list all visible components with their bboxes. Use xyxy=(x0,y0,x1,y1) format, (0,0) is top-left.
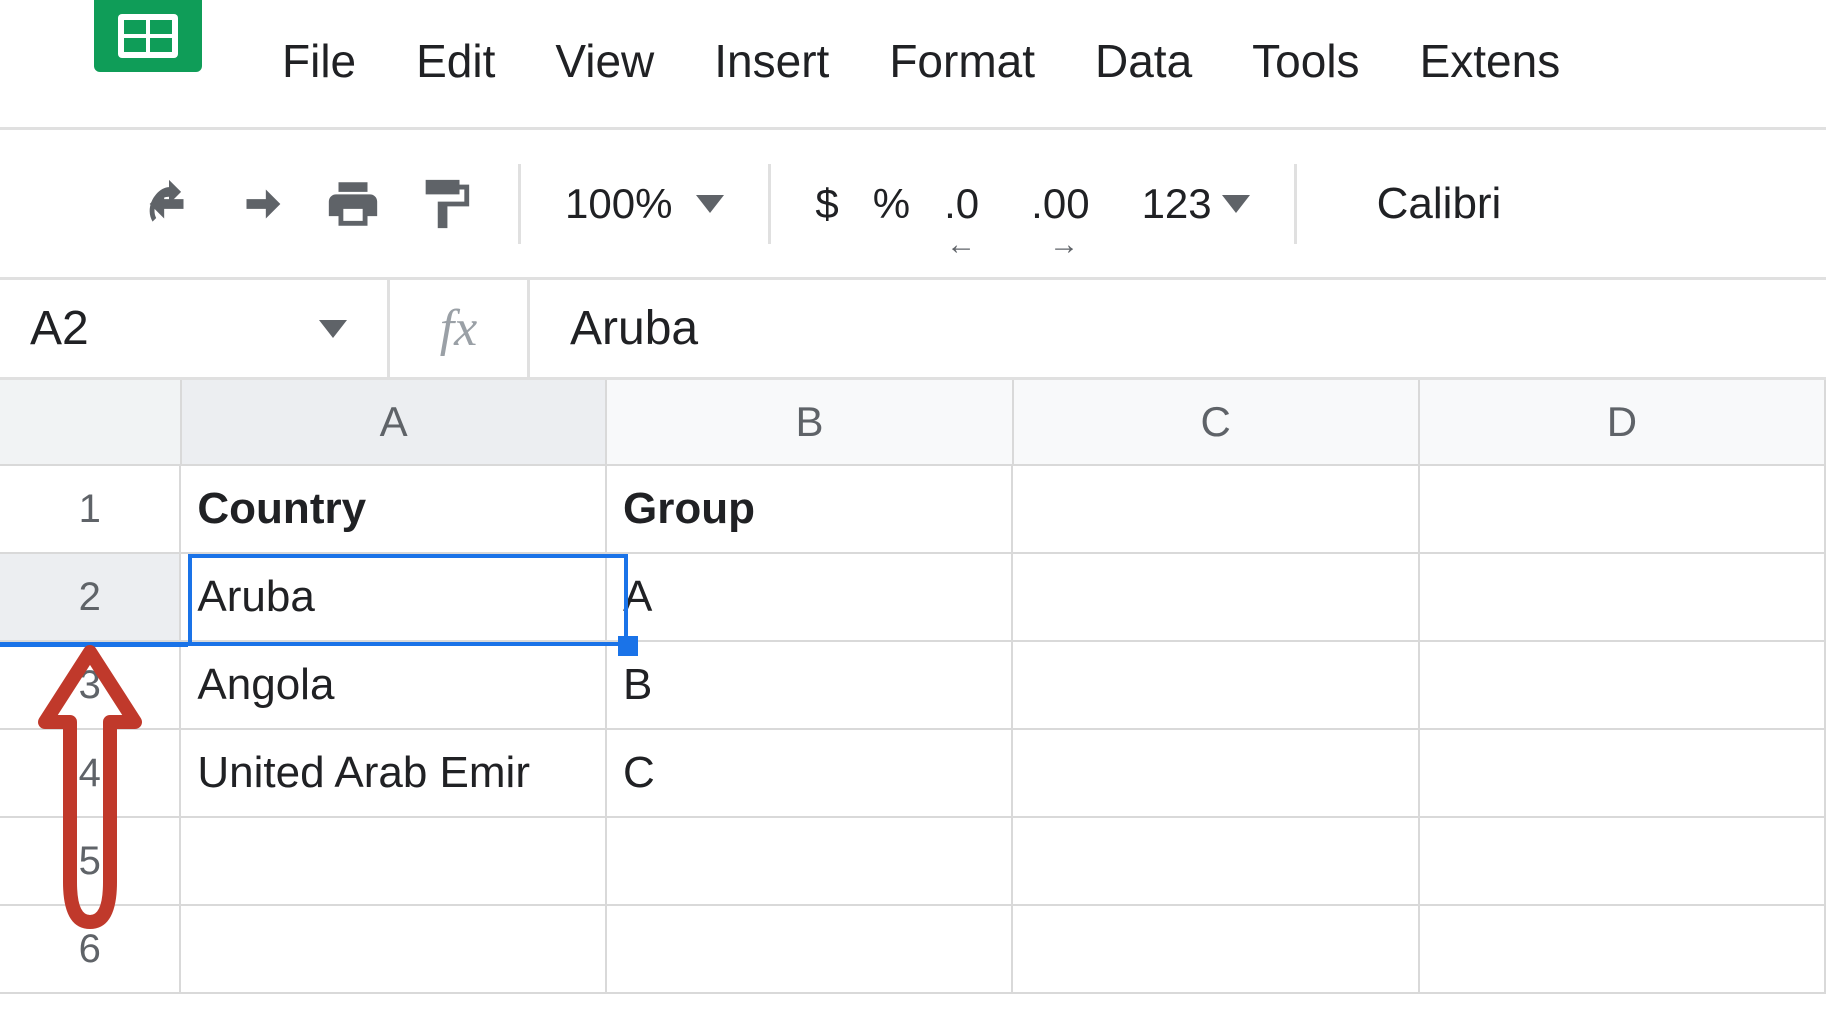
row-5: 5 xyxy=(0,818,1826,906)
cell-a1[interactable]: Country xyxy=(181,466,607,554)
formula-bar-row: A2 fx Aruba xyxy=(0,280,1826,380)
menu-format[interactable]: Format xyxy=(889,34,1035,88)
column-header-d[interactable]: D xyxy=(1420,380,1826,466)
zoom-value: 100% xyxy=(565,180,672,228)
column-headers: A B C D xyxy=(0,380,1826,466)
menu-view[interactable]: View xyxy=(555,34,654,88)
dropdown-icon xyxy=(1222,195,1250,213)
cell-c1[interactable] xyxy=(1013,466,1419,554)
print-button[interactable] xyxy=(324,175,382,233)
menu-tools[interactable]: Tools xyxy=(1252,34,1359,88)
row-3: 3 Angola B xyxy=(0,642,1826,730)
column-header-c[interactable]: C xyxy=(1014,380,1420,466)
name-box[interactable]: A2 xyxy=(0,280,390,377)
menu-bar: File Edit View Insert Format Data Tools … xyxy=(0,0,1826,130)
row-header-1[interactable]: 1 xyxy=(0,466,181,554)
cell-a5[interactable] xyxy=(181,818,607,906)
number-format-label: 123 xyxy=(1142,180,1212,228)
font-family-dropdown[interactable]: Calibri xyxy=(1377,179,1502,229)
number-format-dropdown[interactable]: 123 xyxy=(1142,180,1250,228)
select-all-corner[interactable] xyxy=(0,380,182,466)
row-4: 4 United Arab Emir C xyxy=(0,730,1826,818)
row-header-5[interactable]: 5 xyxy=(0,818,181,906)
dropdown-icon xyxy=(319,320,347,338)
row-6: 6 xyxy=(0,906,1826,994)
row-1: 1 Country Group xyxy=(0,466,1826,554)
cell-a6[interactable] xyxy=(181,906,607,994)
menu-file[interactable]: File xyxy=(282,34,356,88)
toolbar-separator xyxy=(768,164,771,244)
cell-c2[interactable] xyxy=(1013,554,1419,642)
cell-b1[interactable]: Group xyxy=(607,466,1013,554)
row-header-4[interactable]: 4 xyxy=(0,730,181,818)
cell-b3[interactable]: B xyxy=(607,642,1013,730)
menu-data[interactable]: Data xyxy=(1095,34,1192,88)
cell-c4[interactable] xyxy=(1013,730,1419,818)
menu-edit[interactable]: Edit xyxy=(416,34,495,88)
format-currency-button[interactable]: $ xyxy=(815,180,838,228)
menu-insert[interactable]: Insert xyxy=(714,34,829,88)
row-2: 2 Aruba A xyxy=(0,554,1826,642)
fx-icon: fx xyxy=(390,280,530,377)
cell-b6[interactable] xyxy=(607,906,1013,994)
menu-extensions[interactable]: Extens xyxy=(1420,34,1561,88)
increase-decimal-button[interactable]: .00 → xyxy=(1031,180,1107,228)
cell-a3[interactable]: Angola xyxy=(181,642,607,730)
dropdown-icon xyxy=(696,195,724,213)
increase-decimal-label: .00 xyxy=(1031,180,1089,227)
row-header-3[interactable]: 3 xyxy=(0,642,181,730)
cell-d1[interactable] xyxy=(1420,466,1826,554)
zoom-dropdown[interactable]: 100% xyxy=(565,180,724,228)
cell-d6[interactable] xyxy=(1420,906,1826,994)
name-box-value: A2 xyxy=(30,301,89,356)
row-header-2[interactable]: 2 xyxy=(0,554,181,642)
column-header-b[interactable]: B xyxy=(607,380,1013,466)
row-header-6[interactable]: 6 xyxy=(0,906,181,994)
column-header-a[interactable]: A xyxy=(182,380,608,466)
cell-a2[interactable]: Aruba xyxy=(181,554,607,642)
sheets-logo-icon xyxy=(118,14,178,58)
decrease-decimal-button[interactable]: .0 ← xyxy=(944,180,997,228)
selection-fill-handle[interactable] xyxy=(618,636,638,656)
toolbar-separator xyxy=(1294,164,1297,244)
undo-button[interactable] xyxy=(140,175,198,233)
menu-items: File Edit View Insert Format Data Tools … xyxy=(282,34,1560,88)
formula-input[interactable]: Aruba xyxy=(530,301,698,356)
cell-b2[interactable]: A xyxy=(607,554,1013,642)
cell-a4[interactable]: United Arab Emir xyxy=(181,730,607,818)
cell-d2[interactable] xyxy=(1420,554,1826,642)
cell-b5[interactable] xyxy=(607,818,1013,906)
cell-c5[interactable] xyxy=(1013,818,1419,906)
row-2-selection-indicator xyxy=(0,642,188,647)
toolbar: 100% $ % .0 ← .00 → 123 Calibri xyxy=(0,130,1826,280)
cell-d3[interactable] xyxy=(1420,642,1826,730)
format-percent-button[interactable]: % xyxy=(873,180,910,228)
cell-d5[interactable] xyxy=(1420,818,1826,906)
cell-c3[interactable] xyxy=(1013,642,1419,730)
toolbar-separator xyxy=(518,164,521,244)
spreadsheet-grid: A B C D 1 Country Group 2 Aruba A 3 Ango… xyxy=(0,380,1826,994)
redo-button[interactable] xyxy=(232,175,290,233)
paint-format-button[interactable] xyxy=(416,175,474,233)
cell-d4[interactable] xyxy=(1420,730,1826,818)
decrease-decimal-label: .0 xyxy=(944,180,979,227)
cell-b4[interactable]: C xyxy=(607,730,1013,818)
sheets-logo[interactable] xyxy=(94,0,202,72)
cell-c6[interactable] xyxy=(1013,906,1419,994)
